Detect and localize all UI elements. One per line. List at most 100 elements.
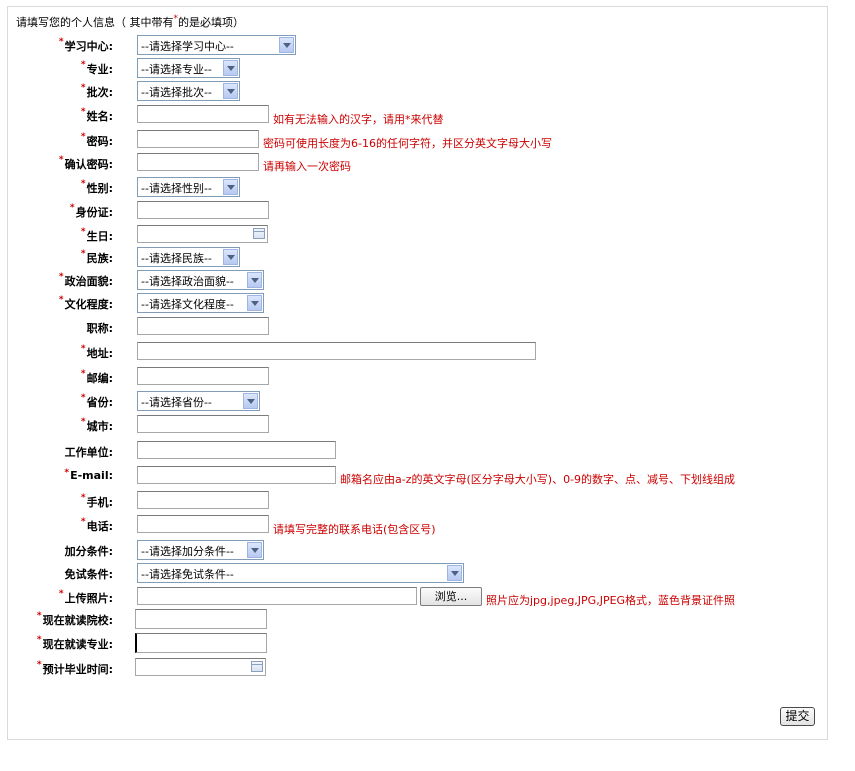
address-label: *地址: [80,344,113,360]
city-label: *城市: [80,417,113,433]
chevron-down-icon[interactable] [223,179,238,195]
id-card-input[interactable] [137,201,269,219]
row-education: *文化程度: --请选择文化程度-- [0,293,855,315]
employer-input[interactable] [137,441,336,459]
row-study-center: *学习中心: --请选择学习中心-- [0,35,855,57]
row-confirm-password: *确认密码: 请再输入一次密码 [0,153,855,175]
current-major-label: *现在就读专业: [36,635,113,651]
education-label: *文化程度: [58,295,113,311]
study-center-select[interactable]: --请选择学习中心-- [137,35,296,55]
city-input[interactable] [137,415,269,433]
graduation-time-input[interactable] [135,658,266,676]
gender-select[interactable]: --请选择性别-- [137,177,240,197]
email-label: *E-mail: [64,468,113,482]
province-select[interactable]: --请选择省份-- [137,391,260,411]
email-input[interactable] [137,466,336,484]
row-major: *专业: --请选择专业-- [0,58,855,80]
ethnicity-select[interactable]: --请选择民族-- [137,247,240,267]
chevron-down-icon[interactable] [243,393,258,409]
mobile-input[interactable] [137,491,269,509]
row-name: *姓名: 如有无法输入的汉字，请用*来代替 [0,105,855,127]
photo-file-input[interactable] [137,587,417,605]
education-select[interactable]: --请选择文化程度-- [137,293,264,313]
province-label: *省份: [80,393,113,409]
row-batch: *批次: --请选择批次-- [0,81,855,103]
row-city: *城市: [0,415,855,437]
password-input[interactable] [137,130,259,148]
current-major-input[interactable] [135,633,267,653]
row-province: *省份: --请选择省份-- [0,391,855,413]
browse-button[interactable]: 浏览... [420,587,482,606]
confirm-password-hint: 请再输入一次密码 [263,160,351,173]
chevron-down-icon[interactable] [247,542,262,558]
password-label: *密码: [80,132,113,148]
chevron-down-icon[interactable] [223,83,238,99]
photo-label: *上传照片: [58,589,113,605]
name-input[interactable] [137,105,269,123]
chevron-down-icon[interactable] [223,249,238,265]
chevron-down-icon[interactable] [247,272,262,288]
exemption-condition-select[interactable]: --请选择免试条件-- [137,563,464,583]
row-ethnicity: *民族: --请选择民族-- [0,247,855,269]
email-hint: 邮箱名应由a-z的英文字母(区分字母大小写)、0-9的数字、点、减号、下划线组成 [340,473,736,486]
row-gender: *性别: --请选择性别-- [0,177,855,199]
study-center-label: *学习中心: [58,37,113,53]
chevron-down-icon[interactable] [279,37,294,53]
row-address: *地址: [0,342,855,364]
chevron-down-icon[interactable] [247,295,262,311]
row-birthday: *生日: [0,225,855,247]
row-id-card: *身份证: [0,201,855,223]
current-school-input[interactable] [135,609,267,629]
row-phone: *电话: 请填写完整的联系电话(包含区号) [0,515,855,537]
employer-label: 工作单位: [64,446,113,459]
batch-label: *批次: [80,83,113,99]
row-graduation-time: *预计毕业时间: [0,658,855,680]
title-input[interactable] [137,317,269,335]
postcode-input[interactable] [137,367,269,385]
row-employer: 工作单位: [0,441,855,463]
row-mobile: *手机: [0,491,855,513]
chevron-down-icon[interactable] [447,565,462,581]
title-label: 职称: [86,322,113,335]
bonus-condition-select[interactable]: --请选择加分条件-- [137,540,264,560]
password-hint: 密码可使用长度为6-16的任何字符，并区分英文字母大小写 [263,137,552,150]
address-input[interactable] [137,342,536,360]
row-postcode: *邮编: [0,367,855,389]
row-current-major: *现在就读专业: [0,633,855,655]
row-bonus-condition: 加分条件: --请选择加分条件-- [0,540,855,562]
name-label: *姓名: [80,107,113,123]
gender-label: *性别: [80,179,113,195]
major-label: *专业: [80,60,113,76]
submit-button[interactable]: 提交 [780,707,815,726]
confirm-password-input[interactable] [137,153,259,171]
name-hint: 如有无法输入的汉字，请用*来代替 [273,113,444,126]
calendar-icon[interactable] [253,228,265,239]
row-political-status: *政治面貌: --请选择政治面貌-- [0,270,855,292]
postcode-label: *邮编: [80,369,113,385]
row-title: 职称: [0,317,855,339]
graduation-time-label: *预计毕业时间: [36,660,113,676]
row-current-school: *现在就读院校: [0,609,855,631]
birthday-label: *生日: [80,227,113,243]
chevron-down-icon[interactable] [223,60,238,76]
birthday-input[interactable] [137,225,268,243]
bonus-condition-label: 加分条件: [64,545,113,558]
calendar-icon[interactable] [251,661,263,672]
row-photo: *上传照片: 浏览... 照片应为jpg,jpeg,JPG,JPEG格式，蓝色背… [0,587,855,609]
phone-hint: 请填写完整的联系电话(包含区号) [273,523,436,536]
photo-hint: 照片应为jpg,jpeg,JPG,JPEG格式，蓝色背景证件照 [486,594,736,607]
major-select[interactable]: --请选择专业-- [137,58,240,78]
political-status-label: *政治面貌: [58,272,113,288]
confirm-password-label: *确认密码: [58,155,113,171]
phone-label: *电话: [80,517,113,533]
political-status-select[interactable]: --请选择政治面貌-- [137,270,264,290]
row-password: *密码: 密码可使用长度为6-16的任何字符，并区分英文字母大小写 [0,130,855,152]
exemption-condition-label: 免试条件: [64,568,113,581]
row-exemption-condition: 免试条件: --请选择免试条件-- [0,563,855,585]
id-card-label: *身份证: [69,203,113,219]
phone-input[interactable] [137,515,269,533]
form-instructions: 请填写您的个人信息（ 其中带有*的是必填项） [16,14,244,29]
batch-select[interactable]: --请选择批次-- [137,81,240,101]
current-school-label: *现在就读院校: [36,611,113,627]
mobile-label: *手机: [80,493,113,509]
